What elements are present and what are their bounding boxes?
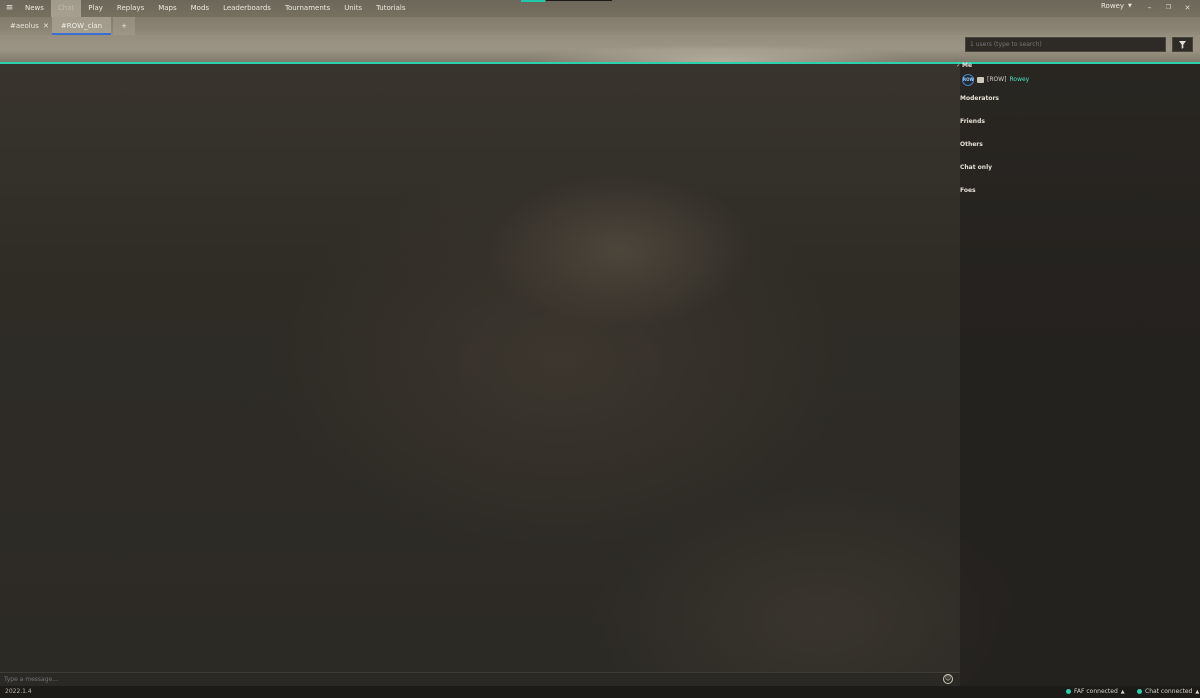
channel-tab-row — [0, 17, 1200, 35]
main-nav: News Chat Play Replays Maps Mods Leaderb… — [18, 0, 412, 17]
user-name: Rowey — [1009, 76, 1030, 83]
minimize-icon[interactable]: – — [1140, 1, 1159, 15]
filter-icon — [1179, 41, 1186, 49]
user-menu[interactable]: Rowey ▼ — [1101, 2, 1132, 10]
category-moderators[interactable]: Moderators — [960, 95, 999, 102]
user-clan-tag: [ROW] — [987, 76, 1007, 83]
nav-news[interactable]: News — [18, 0, 51, 17]
faf-status[interactable]: FAF connected ▲ — [1066, 688, 1125, 695]
add-channel-button[interactable]: + — [113, 17, 135, 35]
nav-progress-indicator — [521, 0, 545, 2]
nav-maps[interactable]: Maps — [151, 0, 183, 17]
status-dot-icon — [1066, 689, 1071, 694]
chevron-up-icon: ▲ — [1120, 688, 1125, 695]
nav-replays[interactable]: Replays — [110, 0, 151, 17]
filter-button[interactable] — [1172, 37, 1193, 52]
message-area — [0, 64, 960, 672]
chevron-down-icon: ▼ — [1128, 3, 1132, 9]
nav-tournaments[interactable]: Tournaments — [278, 0, 337, 17]
nav-units[interactable]: Units — [337, 0, 369, 17]
status-bar — [0, 686, 1200, 698]
nav-tutorials[interactable]: Tutorials — [369, 0, 412, 17]
nav-mods[interactable]: Mods — [184, 0, 216, 17]
message-input[interactable] — [4, 673, 934, 685]
chat-status-label: Chat connected — [1145, 688, 1193, 695]
category-me-label: Me — [962, 62, 973, 69]
tab-aeolus-label: #aeolus — [10, 22, 39, 30]
chat-icon — [977, 76, 984, 83]
version-label: 2022.1.4 — [5, 688, 32, 695]
nav-chat[interactable]: Chat — [50, 0, 82, 17]
user-list-item[interactable]: ROW [ROW] Rowey — [962, 73, 1029, 86]
category-me[interactable]: ✓Me — [956, 62, 972, 69]
close-icon[interactable]: ✕ — [1178, 1, 1197, 15]
tab-aeolus[interactable]: #aeolus ✕ — [4, 17, 55, 35]
window-controls: – ❐ ✕ — [1140, 1, 1197, 15]
chevron-down-icon: ✓ — [956, 62, 962, 69]
category-foes[interactable]: Foes — [960, 187, 976, 194]
emoji-icon[interactable]: ☺ — [943, 674, 953, 684]
category-friends[interactable]: Friends — [960, 118, 985, 125]
nav-play[interactable]: Play — [81, 0, 110, 17]
chevron-up-icon: ▲ — [1195, 688, 1200, 695]
category-others[interactable]: Others — [960, 141, 983, 148]
restore-icon[interactable]: ❐ — [1159, 1, 1178, 15]
status-dot-icon — [1137, 689, 1142, 694]
chat-status[interactable]: Chat connected ▲ — [1137, 688, 1199, 695]
user-search-input[interactable] — [965, 37, 1166, 52]
avatar: ROW — [962, 73, 974, 86]
close-icon[interactable]: ✕ — [43, 22, 49, 30]
tab-row-clan[interactable]: #ROW_clan — [52, 17, 111, 35]
faf-status-label: FAF connected — [1074, 688, 1118, 695]
user-menu-name: Rowey — [1101, 2, 1125, 10]
hamburger-icon[interactable]: ≡ — [5, 3, 14, 13]
nav-leaderboards[interactable]: Leaderboards — [216, 0, 278, 17]
category-chat-only[interactable]: Chat only — [960, 164, 992, 171]
nav-progress-track — [546, 0, 612, 1]
user-list-panel — [960, 64, 1200, 686]
